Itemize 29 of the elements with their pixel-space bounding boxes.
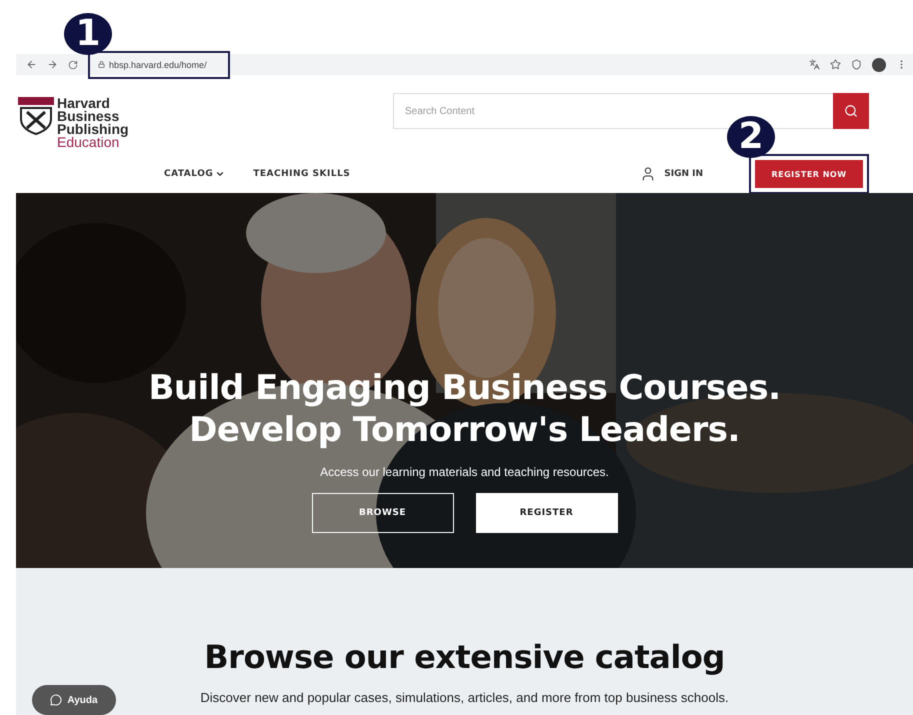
annotation-badge: 2 <box>727 116 775 158</box>
catalog-description: Discover new and popular cases, simulations, articles, and more from top business schools. <box>200 690 729 705</box>
shield-logo-icon <box>18 97 54 135</box>
logo-subtitle: Education <box>57 136 120 149</box>
annotation-badge: 1 <box>64 12 112 54</box>
translate-icon[interactable] <box>809 59 820 70</box>
back-icon[interactable] <box>26 59 37 70</box>
logo[interactable]: Harvard Business Publishing Education <box>18 97 129 193</box>
search-button[interactable] <box>833 93 869 129</box>
browse-button[interactable]: BROWSE <box>312 493 454 533</box>
chat-icon <box>50 694 62 706</box>
reload-icon[interactable] <box>68 60 78 70</box>
catalog-heading: Browse our extensive catalog <box>204 638 725 676</box>
hero-subtitle: Access our learning materials and teaching resources. <box>320 465 609 479</box>
search-icon <box>844 104 858 118</box>
address-bar[interactable]: hbsp.harvard.edu/home/ <box>98 60 207 70</box>
logo-text: Harvard <box>57 97 110 110</box>
star-icon[interactable] <box>830 59 841 70</box>
shield-icon[interactable] <box>851 59 862 70</box>
avatar-icon[interactable] <box>872 58 886 72</box>
sign-in-link[interactable]: SIGN IN <box>634 165 709 183</box>
help-button[interactable]: Ayuda <box>32 685 116 715</box>
register-button[interactable]: REGISTER <box>476 493 618 533</box>
nav-link[interactable]: TEACHING SKILLS <box>253 169 350 179</box>
register-now-button[interactable]: REGISTER NOW <box>755 160 863 188</box>
forward-icon[interactable] <box>47 59 58 70</box>
logo-text: Publishing <box>57 123 129 136</box>
nav-link[interactable]: CATALOG <box>164 169 226 179</box>
logo-text: Business <box>57 110 120 123</box>
